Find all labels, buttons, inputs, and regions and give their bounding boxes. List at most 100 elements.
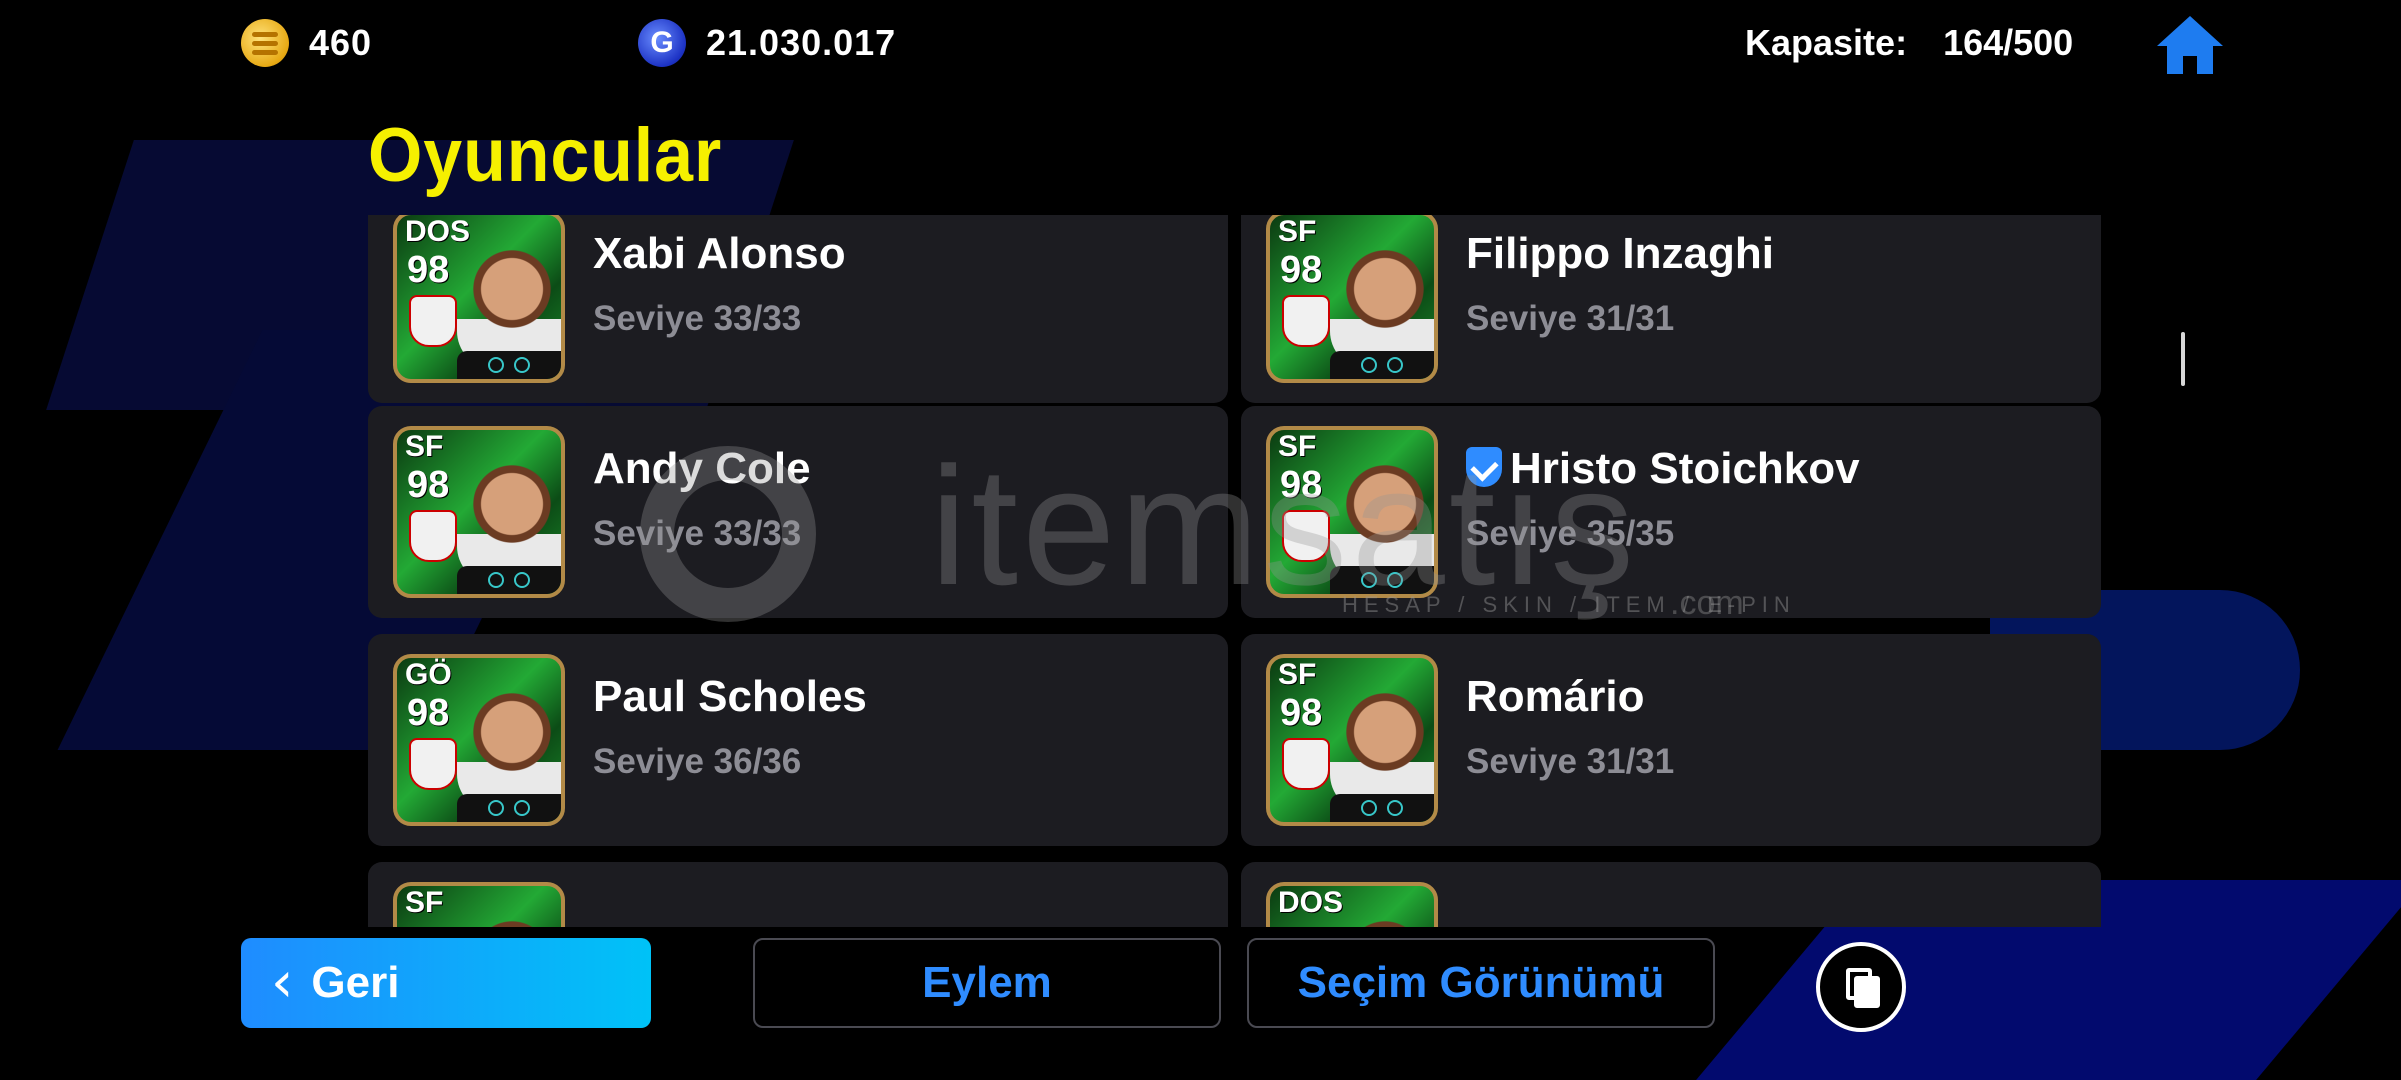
player-row[interactable]: SF 98 Hristo Stoichkov Seviye 35/35 <box>1241 406 2101 618</box>
club-badge-icon <box>1282 295 1330 347</box>
player-portrait <box>1330 247 1434 367</box>
scrollbar[interactable] <box>2181 332 2185 386</box>
player-position: SF <box>1278 658 1317 691</box>
player-row[interactable]: GÖ 98 Paul Scholes Seviye 36/36 <box>368 634 1228 846</box>
pages-button[interactable] <box>1816 942 1906 1032</box>
player-rating: 98 <box>1280 464 1323 506</box>
page-title: Oyuncular <box>368 113 723 198</box>
player-position: GÖ <box>405 658 452 691</box>
player-name-text: Andy Cole <box>593 444 811 493</box>
skill-slots <box>1330 794 1434 822</box>
player-position: DOS <box>405 215 471 248</box>
player-card[interactable]: SF <box>393 882 565 927</box>
player-rating: 98 <box>407 249 450 291</box>
player-row[interactable]: SF <box>368 862 1228 927</box>
slot-icon <box>488 800 504 816</box>
player-name-text: Romário <box>1466 672 1645 721</box>
player-rating: 98 <box>1280 692 1323 734</box>
action-button[interactable]: Eylem <box>753 938 1221 1028</box>
slot-icon <box>1387 357 1403 373</box>
verified-shield-icon <box>1466 447 1502 487</box>
player-rating: 98 <box>407 692 450 734</box>
selection-view-button[interactable]: Seçim Görünümü <box>1247 938 1715 1028</box>
gp-icon: G <box>638 19 686 67</box>
club-badge-icon <box>409 295 457 347</box>
coin-balance-value: 460 <box>309 22 373 63</box>
player-name: Romário <box>1466 672 1644 722</box>
capacity: Kapasite: 164/500 <box>1745 18 2073 68</box>
player-card[interactable]: SF 98 <box>393 426 565 598</box>
gp-balance: G 21.030.017 <box>638 18 896 68</box>
back-button[interactable]: ‹ Geri <box>241 938 651 1028</box>
player-row[interactable]: SF 98 Andy Cole Seviye 33/33 <box>368 406 1228 618</box>
player-position: SF <box>405 430 444 463</box>
player-name-text: Filippo Inzaghi <box>1466 229 1774 278</box>
player-portrait <box>1330 462 1434 582</box>
club-badge-icon <box>409 738 457 790</box>
player-position: SF <box>405 886 444 919</box>
club-badge-icon <box>1282 738 1330 790</box>
player-row[interactable]: DOS <box>1241 862 2101 927</box>
player-card[interactable]: SF 98 <box>1266 215 1438 383</box>
skill-slots <box>457 566 561 594</box>
player-name-text: Paul Scholes <box>593 672 867 721</box>
player-name: Filippo Inzaghi <box>1466 229 1774 279</box>
player-portrait <box>457 462 561 582</box>
player-level: Seviye 31/31 <box>1466 742 1675 781</box>
slot-icon <box>514 357 530 373</box>
player-list[interactable]: DOS 98 Xabi Alonso Seviye 33/33 SF 98 Filippo … <box>368 215 2104 927</box>
player-card[interactable]: SF 98 <box>1266 426 1438 598</box>
player-card[interactable]: DOS 98 <box>393 215 565 383</box>
slot-icon <box>1361 357 1377 373</box>
player-name-text: Hristo Stoichkov <box>1510 444 1860 493</box>
player-level: Seviye 33/33 <box>593 299 802 338</box>
slot-icon <box>1387 572 1403 588</box>
player-rating: 98 <box>1280 249 1323 291</box>
player-row[interactable]: DOS 98 Xabi Alonso Seviye 33/33 <box>368 215 1228 403</box>
skill-slots <box>457 351 561 379</box>
back-button-label: Geri <box>311 958 400 1007</box>
club-badge-icon <box>409 510 457 562</box>
slot-icon <box>1387 800 1403 816</box>
player-portrait <box>457 918 561 927</box>
player-card[interactable]: SF 98 <box>1266 654 1438 826</box>
player-level: Seviye 35/35 <box>1466 514 1675 553</box>
slot-icon <box>1361 572 1377 588</box>
player-row[interactable]: SF 98 Romário Seviye 31/31 <box>1241 634 2101 846</box>
gp-balance-value: 21.030.017 <box>706 22 897 63</box>
player-position: SF <box>1278 430 1317 463</box>
capacity-value: 164/500 <box>1943 22 2074 63</box>
player-level: Seviye 31/31 <box>1466 299 1675 338</box>
slot-icon <box>514 800 530 816</box>
slot-icon <box>514 572 530 588</box>
player-rating: 98 <box>407 464 450 506</box>
efootball-coin-icon <box>241 19 289 67</box>
player-name: Paul Scholes <box>593 672 867 722</box>
slot-icon <box>1361 800 1377 816</box>
player-level: Seviye 33/33 <box>593 514 802 553</box>
player-portrait <box>457 247 561 367</box>
capacity-label: Kapasite: <box>1745 22 1908 63</box>
skill-slots <box>1330 351 1434 379</box>
player-position: SF <box>1278 215 1317 248</box>
home-icon[interactable] <box>2155 14 2225 76</box>
player-name: Andy Cole <box>593 444 811 494</box>
player-card[interactable]: DOS <box>1266 882 1438 927</box>
player-card[interactable]: GÖ 98 <box>393 654 565 826</box>
skill-slots <box>457 794 561 822</box>
player-row[interactable]: SF 98 Filippo Inzaghi Seviye 31/31 <box>1241 215 2101 403</box>
player-name: Hristo Stoichkov <box>1466 444 1860 494</box>
player-portrait <box>1330 690 1434 810</box>
player-level: Seviye 36/36 <box>593 742 802 781</box>
player-portrait <box>1330 918 1434 927</box>
coin-balance: 460 <box>241 18 372 68</box>
player-name: Xabi Alonso <box>593 229 846 279</box>
slot-icon <box>488 572 504 588</box>
player-position: DOS <box>1278 886 1344 919</box>
club-badge-icon <box>1282 510 1330 562</box>
player-name-text: Xabi Alonso <box>593 229 846 278</box>
player-portrait <box>457 690 561 810</box>
chevron-left-icon: ‹ <box>271 950 294 1015</box>
slot-icon <box>488 357 504 373</box>
skill-slots <box>1330 566 1434 594</box>
